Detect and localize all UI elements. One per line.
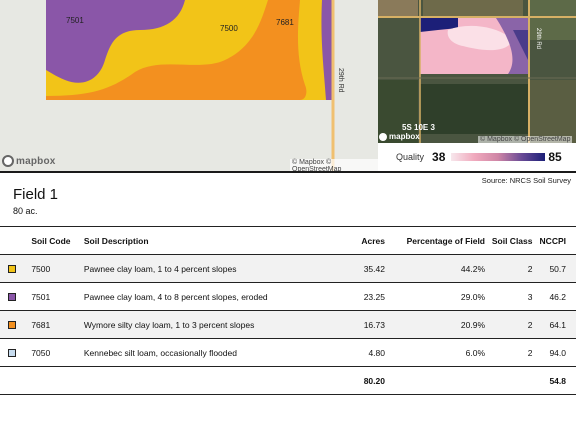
soil-percent: 29.0%: [384, 282, 486, 311]
maps-panel: 7501 7500 7681 29th Rd mapbox © Mapbox ©…: [0, 0, 576, 171]
total-acres: 80.20: [342, 366, 385, 395]
soil-acres: 16.73: [342, 310, 385, 339]
table-header-row: Soil Code Soil Description Acres Percent…: [0, 226, 576, 255]
soil-nccpi: 50.7: [532, 254, 576, 283]
quality-legend: Quality 38 85: [378, 143, 576, 171]
soil-class: 3: [485, 282, 533, 311]
soil-description: Pawnee clay loam, 1 to 4 percent slopes: [83, 254, 343, 283]
source-note: Source: NRCS Soil Survey: [481, 176, 571, 185]
soil-percent: 44.2%: [384, 254, 486, 283]
header-percentage[interactable]: Percentage of Field: [384, 226, 486, 255]
soil-label-7500: 7500: [220, 24, 238, 33]
table-total-row: 80.20 54.8: [0, 366, 576, 395]
mapbox-icon: [379, 132, 387, 141]
satellite-road-label: 29th Rd: [535, 28, 541, 50]
map-attribution[interactable]: © Mapbox © OpenStreetMap: [290, 159, 378, 171]
soil-percent: 20.9%: [384, 310, 486, 339]
soil-description: Wymore silty clay loam, 1 to 3 percent s…: [83, 310, 343, 339]
mapbox-logo[interactable]: mapbox: [2, 154, 56, 168]
satellite-attribution[interactable]: © Mapbox © OpenStreetMap: [478, 136, 573, 143]
soil-code: 7050: [31, 338, 84, 367]
soil-label-7501: 7501: [66, 16, 84, 25]
satellite-mapbox-logo[interactable]: mapbox: [379, 132, 420, 141]
soil-nccpi: 64.1: [532, 310, 576, 339]
soil-description: Pawnee clay loam, 4 to 8 percent slopes,…: [83, 282, 343, 311]
quality-max: 85: [548, 150, 562, 164]
road-label: 29th Rd: [337, 68, 344, 93]
soil-acres: 4.80: [342, 338, 385, 367]
table-row[interactable]: 7050 Kennebec silt loam, occasionally fl…: [0, 338, 576, 367]
quality-min: 38: [432, 150, 446, 164]
total-nccpi: 54.8: [532, 366, 576, 395]
header-nccpi[interactable]: NCCPI: [532, 226, 576, 255]
quality-label: Quality: [396, 152, 425, 162]
mapbox-icon: [2, 155, 14, 167]
soil-table: Soil Code Soil Description Acres Percent…: [0, 226, 576, 395]
header-soil-code[interactable]: Soil Code: [31, 226, 84, 255]
soil-description: Kennebec silt loam, occasionally flooded: [83, 338, 343, 367]
soil-color-swatch: [8, 321, 16, 330]
soil-class: 2: [485, 338, 533, 367]
section-divider: [0, 171, 576, 173]
soil-code: 7500: [31, 254, 84, 283]
soil-color-swatch: [8, 293, 16, 302]
soil-label-7681: 7681: [276, 18, 294, 27]
soil-code: 7681: [31, 310, 84, 339]
soil-map[interactable]: 7501 7500 7681 29th Rd mapbox © Mapbox ©…: [0, 0, 378, 171]
soil-class: 2: [485, 310, 533, 339]
soil-nccpi: 94.0: [532, 338, 576, 367]
field-acres: 80 ac.: [13, 206, 38, 216]
soil-color-swatch: [8, 349, 16, 358]
table-row[interactable]: 7501 Pawnee clay loam, 4 to 8 percent sl…: [0, 282, 576, 311]
soil-map-svg: [0, 0, 378, 171]
soil-acres: 35.42: [342, 254, 385, 283]
soil-nccpi: 46.2: [532, 282, 576, 311]
header-soil-description[interactable]: Soil Description: [83, 226, 343, 255]
satellite-map-svg: [378, 0, 576, 143]
soil-code: 7501: [31, 282, 84, 311]
header-soil-class[interactable]: Soil Class: [485, 226, 533, 255]
field-title: Field 1: [13, 186, 59, 203]
satellite-map[interactable]: 29th Rd 5S 10E 3 © Mapbox © OpenStreetMa…: [378, 0, 576, 143]
soil-percent: 6.0%: [384, 338, 486, 367]
soil-acres: 23.25: [342, 282, 385, 311]
table-row[interactable]: 7681 Wymore silty clay loam, 1 to 3 perc…: [0, 310, 576, 339]
table-row[interactable]: 7500 Pawnee clay loam, 1 to 4 percent sl…: [0, 254, 576, 283]
section-label: 5S 10E 3: [402, 123, 435, 132]
header-swatch: [0, 226, 32, 255]
header-acres[interactable]: Acres: [342, 226, 385, 255]
soil-color-swatch: [8, 265, 16, 274]
soil-class: 2: [485, 254, 533, 283]
quality-gradient-bar: [451, 153, 546, 161]
